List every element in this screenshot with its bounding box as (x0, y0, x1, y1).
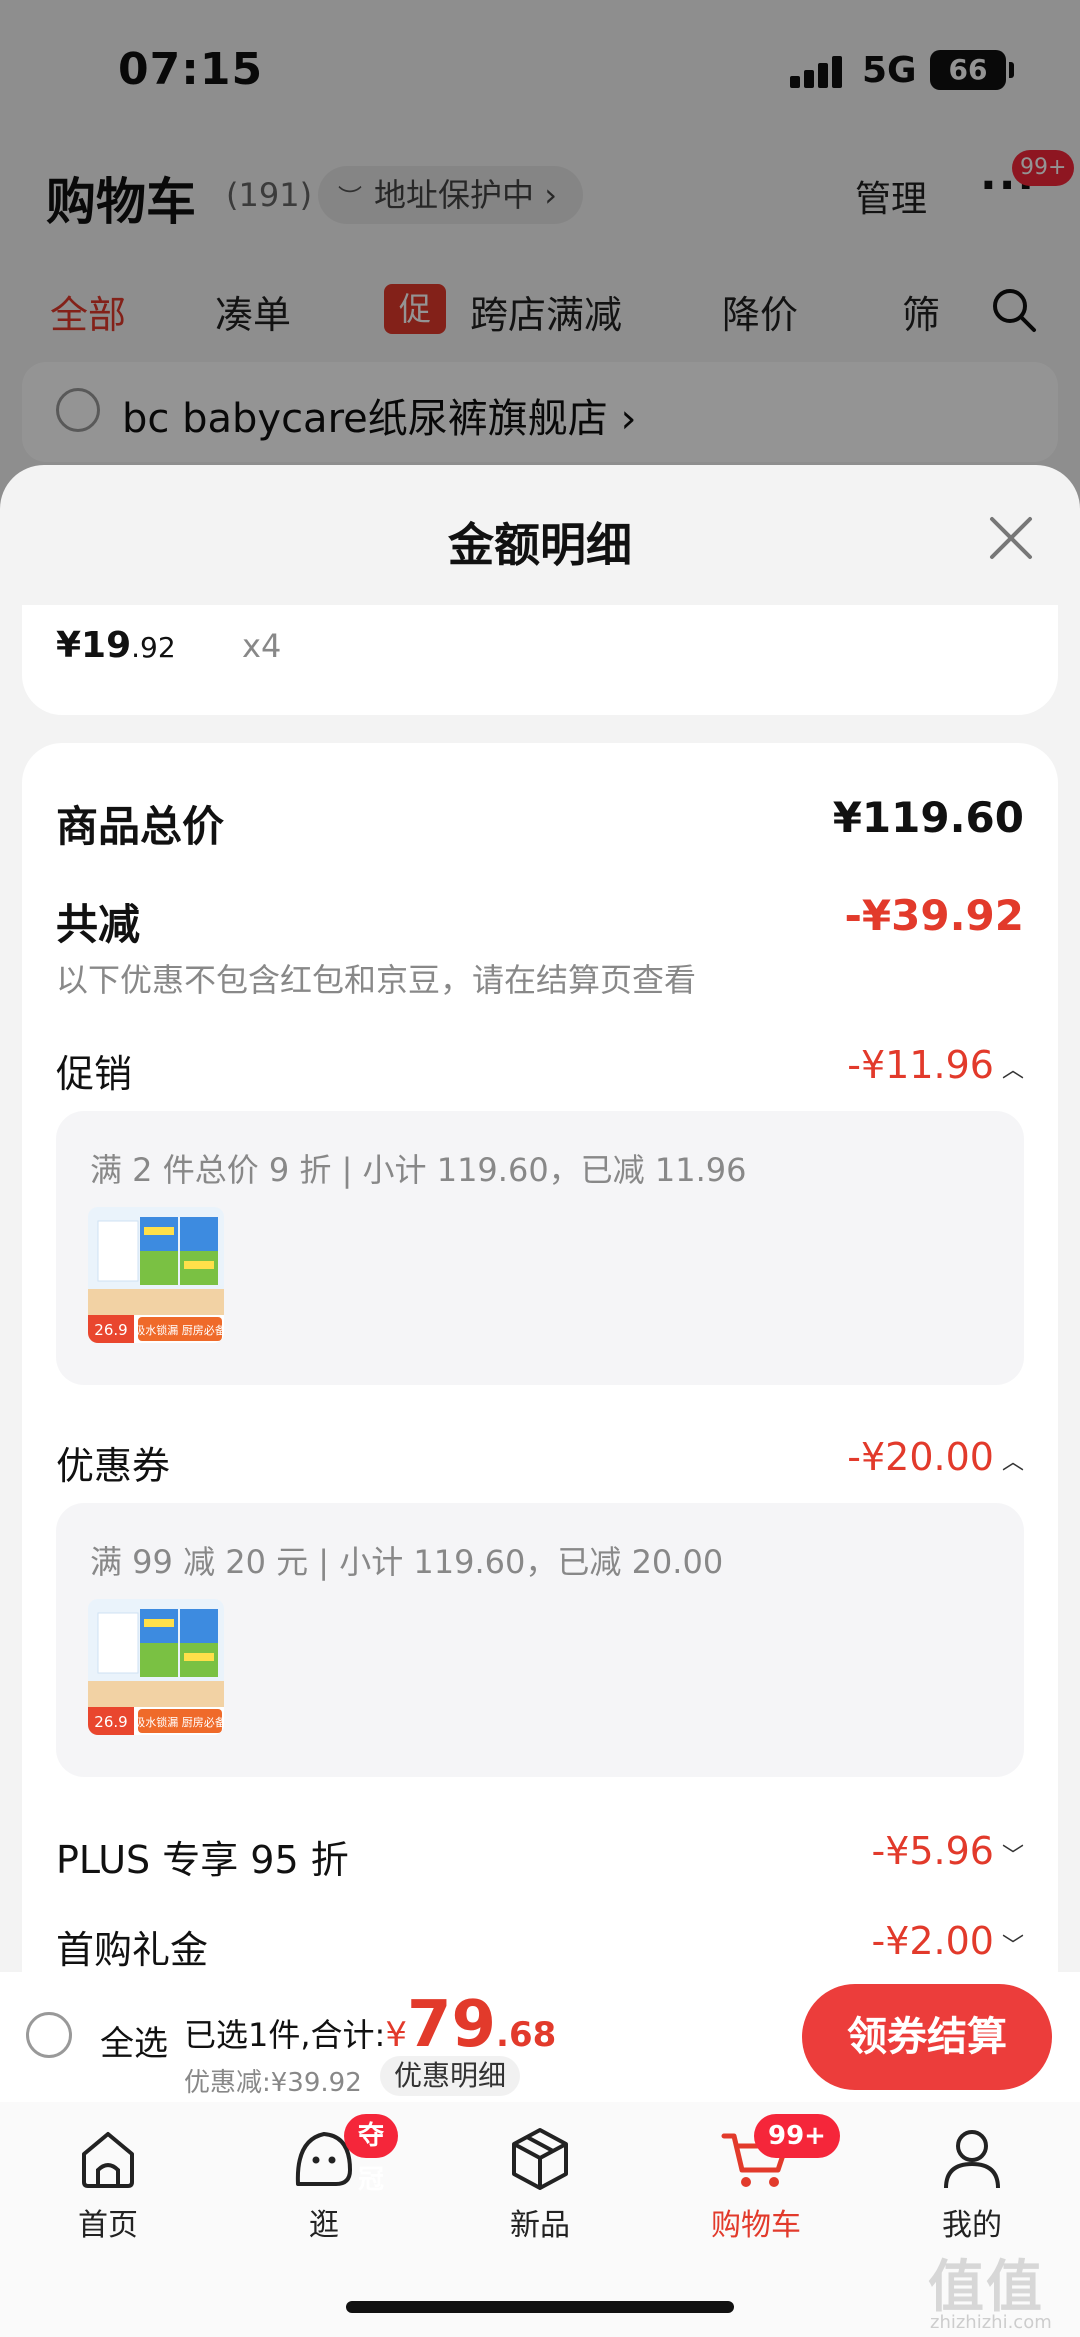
box-icon (512, 2128, 568, 2190)
thumb-slogan: 吸水锁漏 厨房必备 (134, 1323, 224, 1337)
chevron-down-icon: ﹀ (1001, 1843, 1024, 1869)
select-all-label[interactable]: 全选 (100, 2016, 168, 2065)
item-price: ¥19.92 (56, 625, 176, 666)
coupon-value-toggle[interactable]: -¥20.00 ︿ (847, 1435, 1024, 1479)
first-buy-value-toggle[interactable]: -¥2.00 ﹀ (871, 1919, 1024, 1963)
promotion-detail-text: 满 2 件总价 9 折 | 小计 119.60，已减 11.96 (90, 1151, 747, 1189)
plus-discount-value-toggle[interactable]: -¥5.96 ﹀ (871, 1829, 1024, 1873)
promotion-label: 促销 (56, 1052, 133, 1096)
tab-cart-badge: 99+ (754, 2114, 840, 2158)
plus-discount-label: PLUS 专享 95 折 (56, 1838, 349, 1882)
discount-summary: 优惠减:¥39.92 (184, 2068, 362, 2098)
tab-browse-label: 逛 (309, 2208, 339, 2243)
home-icon (82, 2132, 134, 2188)
home-indicator (346, 2301, 734, 2313)
amount-breakdown-card: 商品总价 ¥119.60 共减 -¥39.92 以下优惠不包含红包和京豆，请在结… (22, 743, 1058, 2143)
tab-cart[interactable]: 购物车 99+ (686, 2114, 840, 2244)
goods-total-value: ¥119.60 (832, 793, 1024, 842)
tab-new-label: 新品 (510, 2208, 570, 2243)
discount-note: 以下优惠不包含红包和京豆，请在结算页查看 (56, 961, 697, 999)
thumb-price-tag: 26.9 (94, 1321, 127, 1339)
tab-new[interactable]: 新品 (470, 2122, 610, 2244)
total-amount-dec: .68 (496, 2015, 557, 2055)
thumb-slogan: 吸水锁漏 厨房必备 (134, 1715, 224, 1729)
bottom-tab-bar: 首页 逛 夺冠 新品 购物车 99+ 我的 值值值 (0, 2102, 1080, 2337)
discount-detail-button[interactable]: 优惠明细 (380, 2056, 521, 2096)
select-all-checkbox[interactable] (26, 2012, 72, 2058)
checkout-bar: 全选 已选1件,合计:¥79.68 优惠减:¥39.92 优惠明细 领券结算 (0, 1972, 1080, 2102)
tab-browse[interactable]: 逛 夺冠 (254, 2114, 399, 2244)
total-discount-label: 共减 (56, 900, 141, 949)
tab-mine-label: 我的 (942, 2208, 1002, 2243)
currency-symbol: ¥ (385, 2015, 407, 2055)
promotion-detail-box: 满 2 件总价 9 折 | 小计 119.60，已减 11.96 26.9 吸水… (56, 1111, 1024, 1385)
tab-cart-label: 购物车 (711, 2208, 801, 2243)
item-card: ¥19.92 x4 (22, 605, 1058, 715)
checkout-button[interactable]: 领券结算 (802, 1984, 1052, 2090)
coupon-detail-text: 满 99 减 20 元 | 小计 119.60，已减 20.00 (90, 1543, 724, 1581)
watermark-sub: zhizhizhi.com (930, 2312, 1052, 2333)
product-thumbnail[interactable]: 26.9 吸水锁漏 厨房必备 (88, 1599, 224, 1735)
goods-total-label: 商品总价 (56, 802, 225, 851)
modal-overlay[interactable] (0, 0, 1080, 480)
tab-browse-badge: 夺冠 (344, 2114, 399, 2195)
user-icon (944, 2130, 1000, 2189)
total-line: 已选1件,合计:¥79.68 (184, 1988, 556, 2062)
product-thumbnail[interactable]: 26.9 吸水锁漏 厨房必备 (88, 1207, 224, 1343)
coupon-label: 优惠券 (56, 1444, 171, 1488)
promotion-value-toggle[interactable]: -¥11.96 ︿ (847, 1043, 1024, 1087)
item-quantity: x4 (242, 627, 282, 665)
first-buy-label: 首购礼金 (56, 1928, 209, 1972)
thumb-price-tag: 26.9 (94, 1713, 127, 1731)
tab-home-label: 首页 (78, 2208, 138, 2243)
chevron-up-icon: ︿ (1001, 1449, 1024, 1475)
total-discount-value: -¥39.92 (844, 891, 1024, 940)
total-amount-int: 79 (406, 1988, 497, 2062)
coupon-detail-box: 满 99 减 20 元 | 小计 119.60，已减 20.00 26.9 吸水… (56, 1503, 1024, 1777)
selected-count-text: 已选1件,合计: (184, 2016, 386, 2054)
tab-home[interactable]: 首页 (38, 2122, 178, 2244)
chevron-up-icon: ︿ (1001, 1057, 1024, 1083)
chevron-down-icon: ﹀ (1001, 1933, 1024, 1959)
close-icon[interactable] (984, 511, 1038, 565)
sheet-title: 金额明细 (448, 518, 632, 572)
tab-mine[interactable]: 我的 (902, 2122, 1042, 2244)
